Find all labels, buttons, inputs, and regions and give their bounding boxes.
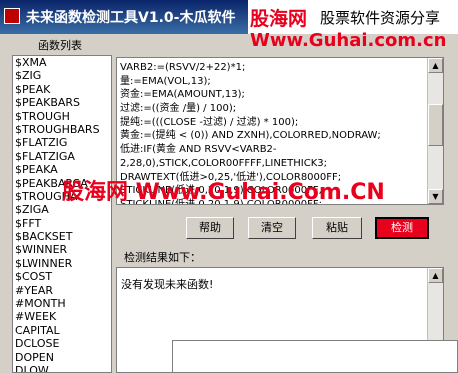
function-list-item[interactable]: $XMA — [13, 56, 111, 69]
function-list[interactable]: $XMA $ZIG $PEAK $PEAKBARS $TROUGH $TROUGHBARS… — [12, 55, 112, 373]
function-list-item[interactable]: $LWINNER — [13, 257, 111, 270]
function-list-item[interactable]: $COST — [13, 270, 111, 283]
function-list-item[interactable]: $ZIG — [13, 69, 111, 82]
clear-button[interactable]: 清空 — [248, 217, 296, 239]
code-line: 低进:IF(黄金 AND RSVV<VARB2- — [120, 144, 277, 156]
title-bar: 未来函数检测工具V1.0-木瓜软件 股海网 股票软件资源分享 — [0, 0, 458, 34]
code-line: VARB2:=(RSVV/2+22)*1; — [120, 62, 246, 73]
code-line: 量:=EMA(VOL,13); — [120, 75, 211, 87]
scroll-up-icon[interactable]: ▲ — [428, 58, 443, 73]
function-list-header: 函数列表 — [12, 38, 108, 54]
status-overlay — [172, 340, 458, 373]
function-list-item[interactable]: $TROUGHBARS — [13, 123, 111, 136]
paste-button[interactable]: 粘贴 — [312, 217, 362, 239]
function-list-item[interactable]: $FFT — [13, 217, 111, 230]
watermark-slogan: 股票软件资源分享 — [320, 9, 441, 27]
result-label: 检测结果如下： — [124, 251, 201, 264]
function-list-item[interactable]: DCLOSE — [13, 337, 111, 350]
code-line: 过滤:=((资金 /量) / 100); — [120, 103, 237, 115]
code-line: 资金:=EMA(AMOUNT,13); — [120, 89, 245, 101]
scroll-thumb[interactable] — [428, 104, 443, 146]
watermark-logo: 股海网 — [250, 8, 308, 30]
function-list-item[interactable]: $WINNER — [13, 243, 111, 256]
editor-scrollbar[interactable]: ▲ ▼ — [427, 58, 443, 204]
scroll-down-icon[interactable]: ▼ — [428, 189, 443, 204]
check-button[interactable]: 检测 — [375, 217, 429, 239]
code-line: 提纯:=(((CLOSE -过滤) / 过滤) * 100); — [120, 116, 299, 128]
result-text: 没有发现未来函数! — [121, 278, 214, 291]
window-title: 未来函数检测工具V1.0-木瓜软件 — [26, 10, 236, 26]
function-list-item[interactable]: $FLATZIGA — [13, 150, 111, 163]
watermark-url: Www.Guhai.com.cn — [250, 30, 447, 51]
code-line: 黄金:=(提纯 < (0)) AND ZXNH),COLORRED,NODRAW… — [120, 130, 381, 142]
window-title-area[interactable]: 未来函数检测工具V1.0-木瓜软件 — [0, 0, 248, 34]
help-button[interactable]: 帮助 — [186, 217, 234, 239]
function-list-item[interactable]: #YEAR — [13, 284, 111, 297]
function-list-item[interactable]: #WEEK — [13, 310, 111, 323]
function-list-item[interactable]: DOPEN — [13, 351, 111, 364]
function-list-item[interactable]: $FLATZIG — [13, 136, 111, 149]
function-list-item[interactable]: $TROUGH — [13, 110, 111, 123]
scroll-up-icon[interactable]: ▲ — [428, 268, 443, 283]
code-line: 2,28,0),STICK,COLOR00FFFF,LINETHICK3; — [120, 157, 327, 169]
watermark-overlay: 股海网 Www.Guhai.Com.CN — [62, 180, 385, 205]
function-list-item[interactable]: $BACKSET — [13, 230, 111, 243]
function-list-item[interactable]: DLOW — [13, 364, 111, 372]
function-list-item[interactable]: CAPITAL — [13, 324, 111, 337]
function-list-item[interactable]: #MONTH — [13, 297, 111, 310]
app-icon — [4, 8, 20, 24]
function-list-item[interactable]: $PEAKBARS — [13, 96, 111, 109]
function-list-item[interactable]: $PEAK — [13, 83, 111, 96]
